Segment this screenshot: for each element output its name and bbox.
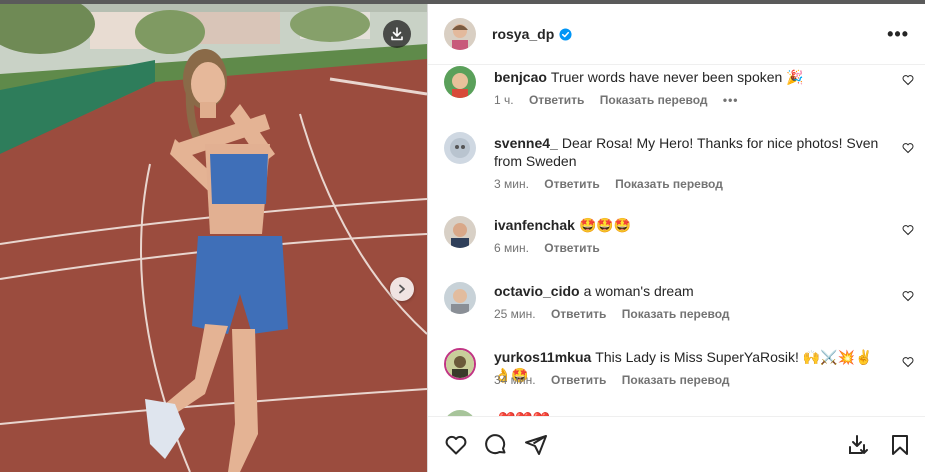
commenter-avatar[interactable] xyxy=(444,348,476,380)
comment-username[interactable]: octavio_cido xyxy=(494,283,580,299)
reply-button[interactable]: Ответить xyxy=(544,177,599,191)
avatar-image xyxy=(444,216,476,248)
comment-username[interactable]: yurkos11mkua xyxy=(494,349,591,365)
commenter-avatar[interactable] xyxy=(444,216,476,248)
comment-text: a woman's dream xyxy=(583,283,694,299)
post-actions-bar xyxy=(428,416,925,472)
commenter-avatar[interactable] xyxy=(444,132,476,164)
comment-more-icon[interactable]: ••• xyxy=(723,93,739,107)
download-icon xyxy=(391,27,403,41)
more-options-icon[interactable]: ••• xyxy=(887,24,909,45)
comment-text: Truer words have never been spoken 🎉 xyxy=(550,69,804,85)
verified-badge-icon xyxy=(559,27,572,41)
comment-text: 🤩🤩🤩 xyxy=(578,217,632,233)
post-photo xyxy=(0,4,427,472)
author-username[interactable]: rosya_dp xyxy=(492,26,554,42)
reply-button[interactable]: Ответить xyxy=(551,373,606,387)
heart-icon[interactable] xyxy=(444,433,468,457)
like-comment-icon[interactable] xyxy=(902,74,914,86)
comment-username[interactable]: benjcao xyxy=(494,69,547,85)
post-media[interactable] xyxy=(0,4,427,472)
comment-username[interactable]: svenne4_ xyxy=(494,135,558,151)
next-media-button[interactable] xyxy=(390,277,414,301)
avatar-image xyxy=(444,18,476,50)
share-icon[interactable] xyxy=(524,433,548,457)
reply-button[interactable]: Ответить xyxy=(544,241,599,255)
translate-button[interactable]: Показать перевод xyxy=(622,373,730,387)
comment-time[interactable]: 34 мин. xyxy=(494,373,536,387)
avatar-image xyxy=(444,66,476,98)
translate-button[interactable]: Показать перевод xyxy=(600,93,708,107)
comment-time[interactable]: 1 ч. xyxy=(494,93,514,107)
translate-button[interactable]: Показать перевод xyxy=(622,307,730,321)
comment-time[interactable]: 25 мин. xyxy=(494,307,536,321)
avatar-image xyxy=(444,282,476,314)
download-media-button[interactable] xyxy=(383,20,411,48)
reply-button[interactable]: Ответить xyxy=(551,307,606,321)
commenter-avatar[interactable] xyxy=(444,282,476,314)
like-comment-icon[interactable] xyxy=(902,224,914,236)
like-comment-icon[interactable] xyxy=(902,290,914,302)
comments-list: benjcao Truer words have never been spoke… xyxy=(428,66,925,416)
like-comment-icon[interactable] xyxy=(902,356,914,368)
bookmark-icon[interactable] xyxy=(888,433,912,457)
comment-username[interactable]: ivanfenchak xyxy=(494,217,575,233)
download-icon[interactable] xyxy=(847,433,871,457)
like-comment-icon[interactable] xyxy=(902,142,914,154)
comments-panel: rosya_dp ••• benjcao Truer words have nev… xyxy=(427,4,925,472)
comment-time[interactable]: 3 мин. xyxy=(494,177,529,191)
avatar-image xyxy=(444,132,476,164)
translate-button[interactable]: Показать перевод xyxy=(615,177,723,191)
post-dialog: rosya_dp ••• benjcao Truer words have nev… xyxy=(0,4,925,472)
commenter-avatar[interactable] xyxy=(444,66,476,98)
comment-time[interactable]: 6 мин. xyxy=(494,241,529,255)
post-header: rosya_dp ••• xyxy=(428,4,925,65)
author-avatar[interactable] xyxy=(444,18,476,50)
reply-button[interactable]: Ответить xyxy=(529,93,584,107)
comment-icon[interactable] xyxy=(484,433,508,457)
chevron-right-icon xyxy=(399,284,405,294)
avatar-image xyxy=(446,350,474,378)
